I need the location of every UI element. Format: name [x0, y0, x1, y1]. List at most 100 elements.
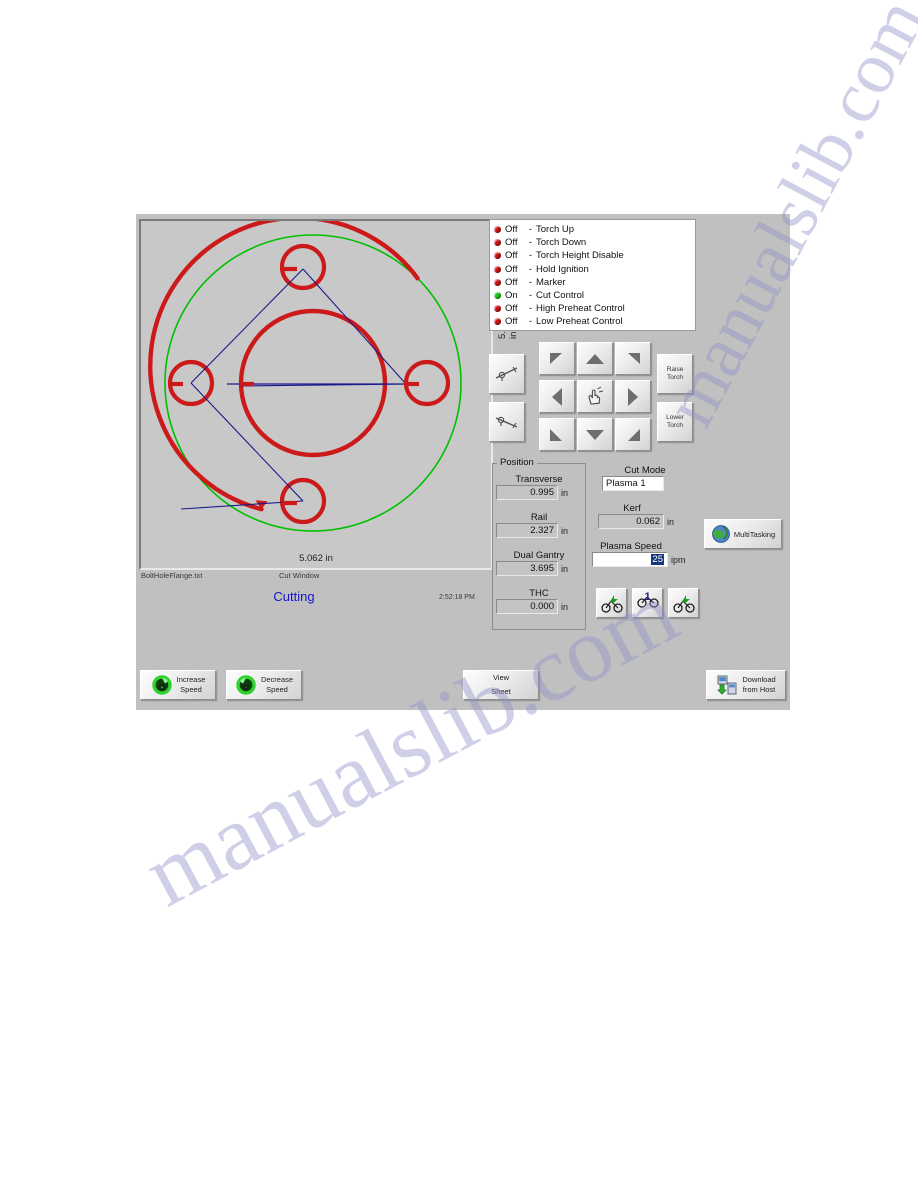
io-dash: - [528, 250, 533, 262]
align-gantry-lower-button[interactable] [489, 402, 525, 442]
status-led-icon [494, 239, 501, 247]
plasma-speed-unit: ipm [671, 554, 686, 565]
kerf-label: Kerf [623, 503, 641, 514]
io-label: Torch Height Disable [536, 250, 624, 262]
download-label-line1: Download [742, 675, 776, 685]
dual-gantry-unit: in [561, 563, 569, 574]
io-status-row: Off - Hold Ignition [494, 263, 695, 276]
torch-align-icon [495, 366, 518, 381]
io-status-row: Off - Torch Down [494, 236, 695, 249]
drawing-meta-row: BoltHoleFlange.txt Cut Window [139, 571, 489, 584]
hand-pointer-icon [588, 386, 604, 405]
io-dash: - [528, 224, 533, 236]
speed-station-group[interactable]: 1 [596, 588, 700, 620]
thc-value: 0.000 [496, 599, 558, 614]
cut-window-graphic-panel[interactable]: 5.062 in 5.062 in [139, 219, 519, 570]
status-led-icon [494, 252, 501, 260]
multitasking-label: MultiTasking [733, 529, 776, 539]
io-label: Hold Ignition [536, 263, 589, 275]
raise-torch-button[interactable]: Raise Torch [657, 354, 693, 394]
lower-torch-label-line2: Torch [667, 422, 683, 429]
jog-down-right-button[interactable] [615, 418, 651, 451]
multitasking-button[interactable]: MultiTasking [704, 519, 782, 549]
bicycle-slower-icon [600, 595, 623, 613]
graphic-panel-title: Cut Window [279, 571, 320, 580]
jog-up-button[interactable] [577, 342, 613, 375]
arrow-up-left-icon [550, 352, 562, 364]
decrease-speed-label-line1: Decrease [260, 675, 294, 685]
io-dash: - [528, 237, 533, 249]
part-drawing[interactable] [141, 221, 487, 564]
loaded-file-name: BoltHoleFlange.txt [141, 571, 203, 580]
io-status-list[interactable]: Off - Torch Up Off - Torch Down Off - To… [489, 219, 696, 331]
rail-value: 2.327 [496, 523, 558, 538]
speed-station-number[interactable]: 1 [632, 588, 663, 618]
status-led-icon [494, 265, 501, 273]
jog-left-button[interactable] [539, 380, 575, 413]
io-dash: - [528, 263, 533, 275]
io-status-row: Off - Low Preheat Control [494, 315, 695, 328]
transverse-label: Transverse [515, 474, 563, 485]
decrease-speed-button[interactable]: - Decrease Speed [226, 670, 302, 700]
bottom-toolbar: + Increase Speed - Decrease Speed View S… [136, 666, 790, 710]
io-dash: - [528, 303, 533, 315]
cut-settings-group: Cut Mode Plasma 1 Kerf 0.062 in Plasma S… [592, 463, 696, 567]
io-dash: - [528, 290, 533, 302]
status-led-icon [494, 318, 501, 326]
io-label: Marker [536, 276, 566, 288]
arrow-up-icon [586, 353, 604, 364]
cutting-control-window: 5.062 in 5.062 in BoltHoleFlange.txt Cut… [136, 214, 790, 710]
machine-state-text: Cutting [273, 589, 315, 604]
jog-center-hand-button[interactable] [577, 380, 613, 413]
io-label: Low Preheat Control [536, 316, 623, 328]
station-number-text: 1 [644, 591, 651, 603]
jog-up-right-button[interactable] [615, 342, 651, 375]
io-state-text: Off [505, 276, 518, 288]
plasma-speed-input[interactable]: 25 [592, 552, 668, 567]
io-status-row: On - Cut Control [494, 289, 695, 302]
jog-down-left-button[interactable] [539, 418, 575, 451]
view-sheet-label-line1: View [492, 673, 510, 683]
align-gantry-upper-button[interactable] [489, 354, 525, 394]
speed-faster-button[interactable] [668, 588, 699, 618]
increase-speed-button[interactable]: + Increase Speed [140, 670, 216, 700]
io-state-text: Off [505, 263, 518, 275]
thc-label: THC [529, 588, 549, 599]
arrow-down-icon [586, 429, 604, 440]
io-state-text: Off [505, 303, 518, 315]
cut-mode-value[interactable]: Plasma 1 [602, 476, 664, 491]
io-state-text: On [505, 290, 518, 302]
view-sheet-button[interactable]: View Sheet [463, 670, 539, 700]
jog-control-pad[interactable]: Raise Torch Lower Torch [489, 340, 696, 456]
machine-status-row: Cutting 2:52:18 PM [139, 589, 491, 609]
io-label: Torch Down [536, 237, 587, 249]
jog-up-left-button[interactable] [539, 342, 575, 375]
io-state-text: Off [505, 250, 518, 262]
jog-down-button[interactable] [577, 418, 613, 451]
cut-mode-label: Cut Mode [624, 465, 666, 476]
io-state-text: Off [505, 237, 518, 249]
io-label: High Preheat Control [536, 303, 625, 315]
increase-speed-label-line1: Increase [176, 675, 206, 685]
svg-text:+: + [160, 685, 163, 691]
download-from-host-icon [717, 675, 737, 695]
status-led-icon [494, 305, 501, 313]
transverse-unit: in [561, 487, 569, 498]
status-led-icon [494, 292, 501, 300]
io-status-row: Off - High Preheat Control [494, 302, 695, 315]
io-dash: - [528, 316, 533, 328]
io-status-row: Off - Torch Height Disable [494, 249, 695, 262]
position-group: Position Transverse 0.995 in Rail 2.327 … [492, 457, 586, 630]
kerf-unit: in [667, 516, 675, 527]
green-gauge-down-icon: - [236, 675, 256, 695]
speed-slower-button[interactable] [596, 588, 627, 618]
view-sheet-label-line2: Sheet [491, 687, 511, 696]
jog-right-button[interactable] [615, 380, 651, 413]
kerf-value: 0.062 [598, 514, 664, 529]
arrow-down-right-icon [628, 428, 640, 441]
status-led-icon [494, 278, 501, 286]
lower-torch-button[interactable]: Lower Torch [657, 402, 693, 442]
download-from-host-button[interactable]: Download from Host [706, 670, 786, 700]
arrow-down-left-icon [550, 428, 562, 441]
status-led-icon [494, 226, 501, 234]
